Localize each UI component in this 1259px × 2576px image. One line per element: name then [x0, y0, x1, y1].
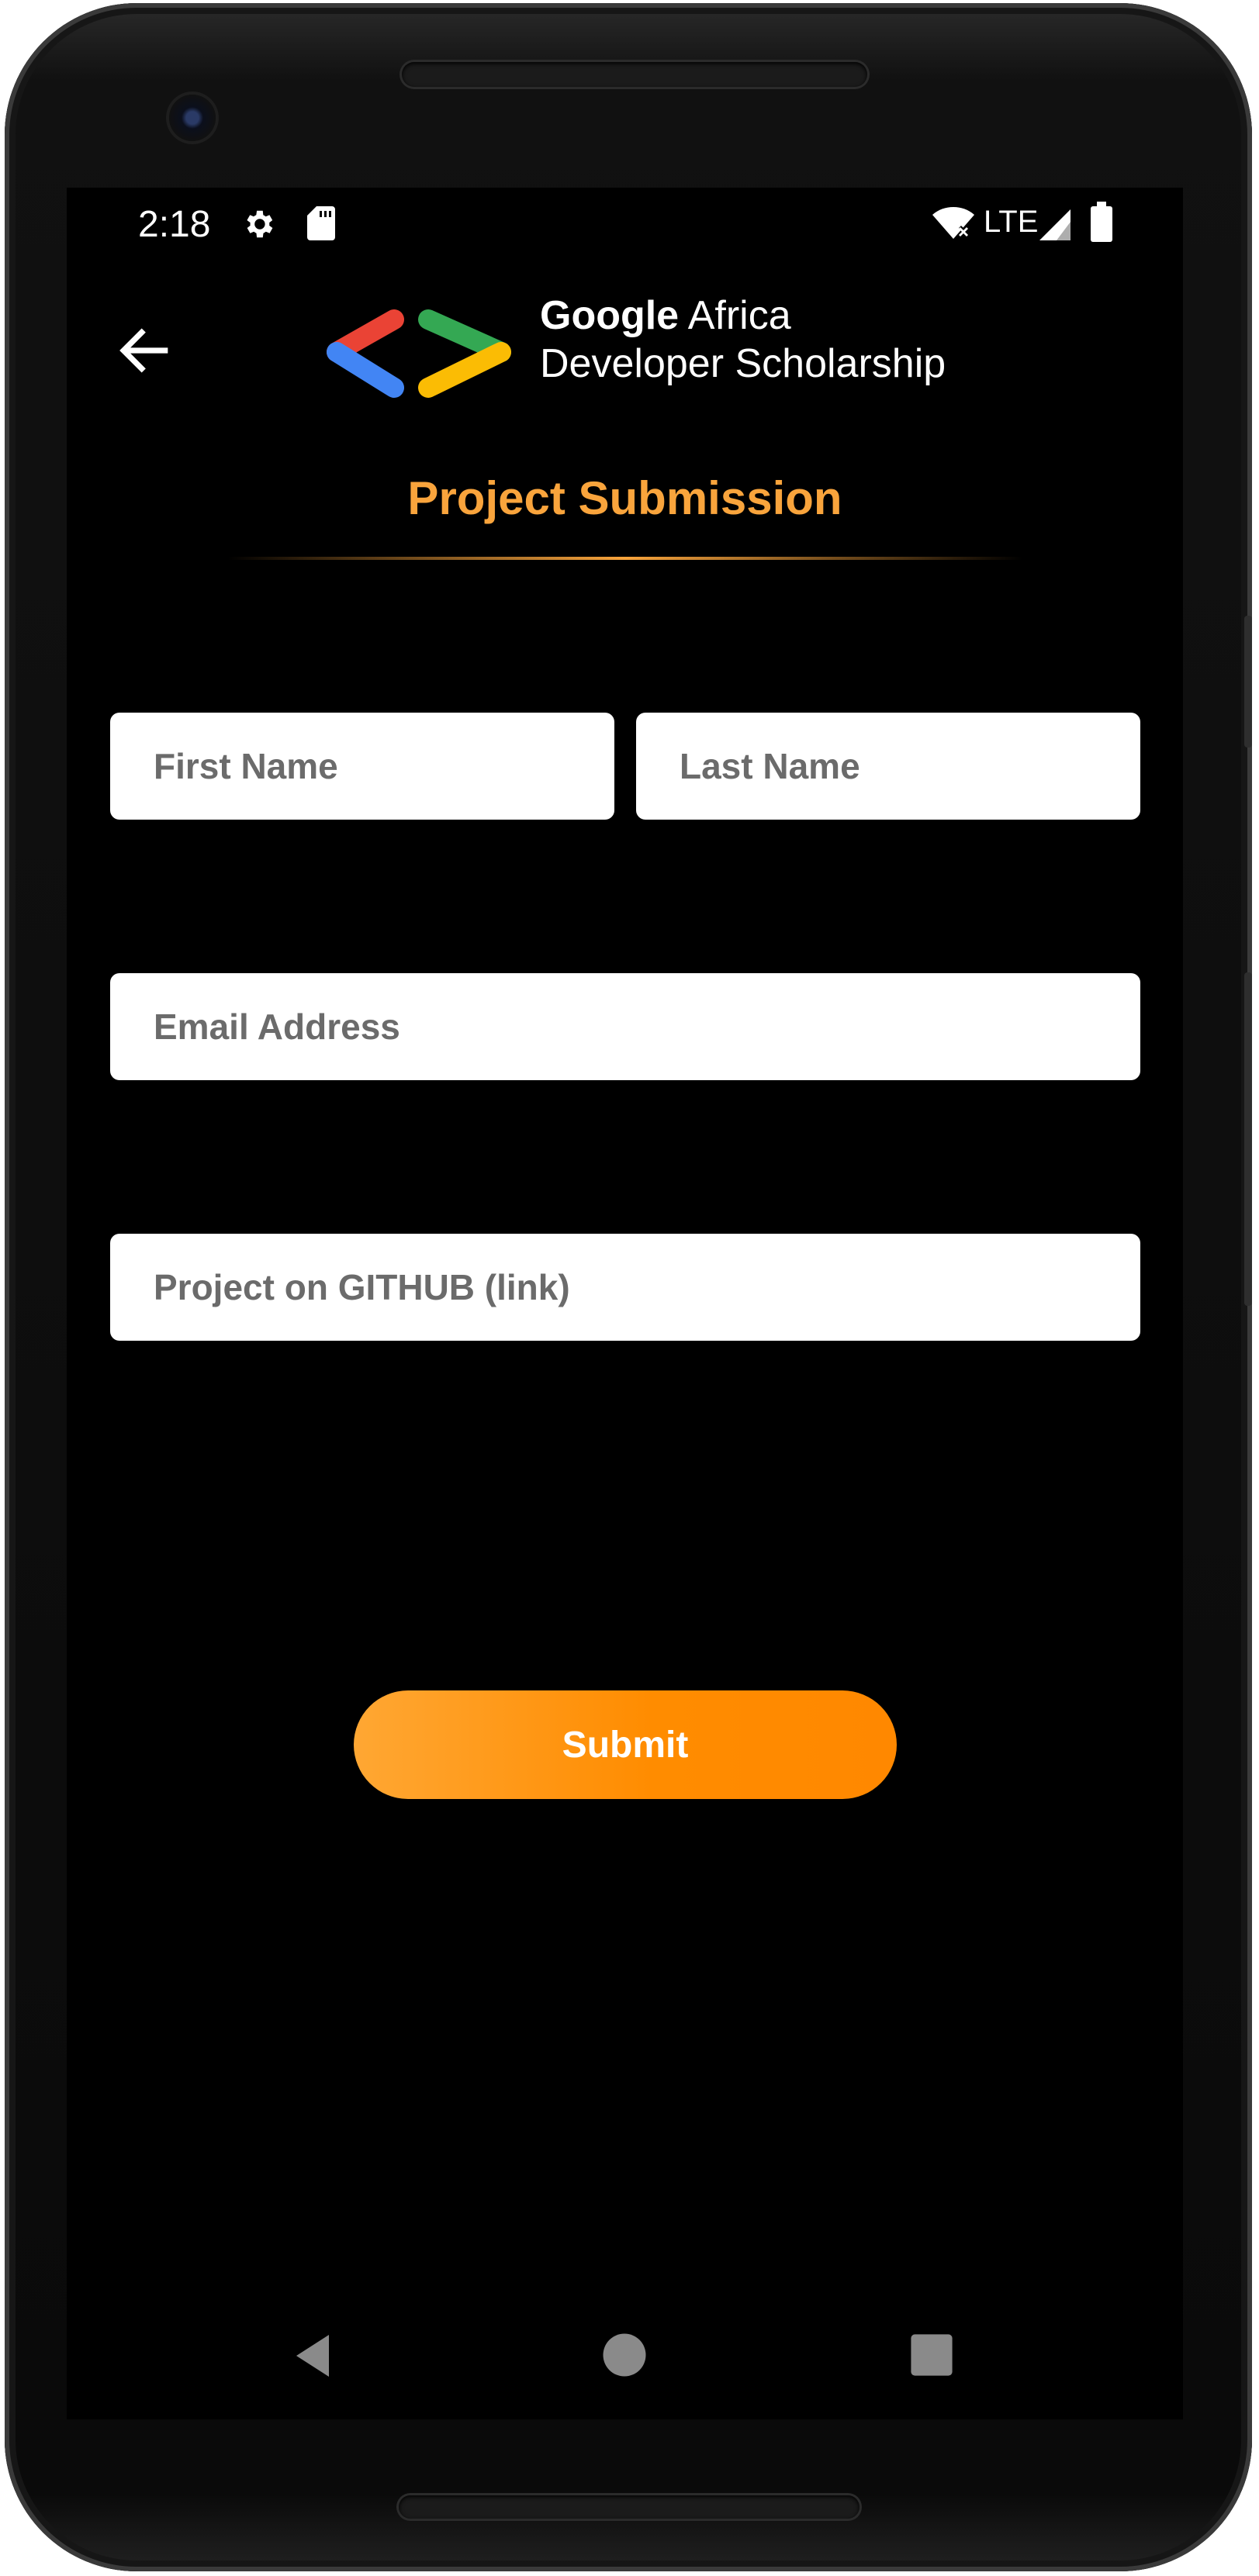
system-nav-bar — [67, 2309, 1183, 2418]
power-button — [1244, 616, 1252, 748]
brand-subtitle: Developer Scholarship — [540, 341, 946, 386]
bottom-speaker — [399, 2495, 860, 2519]
battery-icon — [1091, 202, 1112, 242]
last-name-field[interactable] — [636, 713, 1140, 820]
arrow-back-icon[interactable] — [113, 319, 175, 382]
back-triangle-icon[interactable] — [287, 2328, 343, 2384]
status-bar: 2:18 LTE — [67, 188, 1183, 253]
status-time: 2:18 — [138, 204, 211, 245]
github-link-field[interactable] — [110, 1234, 1140, 1341]
signal-icon — [1039, 209, 1070, 240]
volume-button — [1244, 972, 1252, 1306]
gads-logo-icon — [327, 309, 511, 398]
recents-square-icon[interactable] — [909, 2333, 954, 2377]
first-name-field[interactable] — [110, 713, 614, 820]
page-title: Project Submission — [407, 472, 842, 524]
email-field[interactable] — [110, 973, 1140, 1080]
brand-africa: Africa — [679, 293, 791, 338]
brand-google: Google — [540, 293, 680, 338]
front-camera — [169, 95, 216, 141]
wifi-icon — [932, 207, 974, 239]
home-circle-icon[interactable] — [599, 2329, 650, 2381]
submit-button[interactable]: Submit — [354, 1690, 897, 1799]
top-speaker — [402, 62, 867, 87]
network-type-label: LTE — [984, 205, 1039, 239]
sd-card-icon — [307, 206, 335, 240]
title-divider — [228, 557, 1022, 560]
settings-gear-icon — [247, 210, 273, 238]
brand-title: Google Africa Developer Scholarship — [540, 292, 946, 388]
app-screen: 2:18 LTE Google Africa Developer Scholar… — [67, 188, 1183, 2419]
